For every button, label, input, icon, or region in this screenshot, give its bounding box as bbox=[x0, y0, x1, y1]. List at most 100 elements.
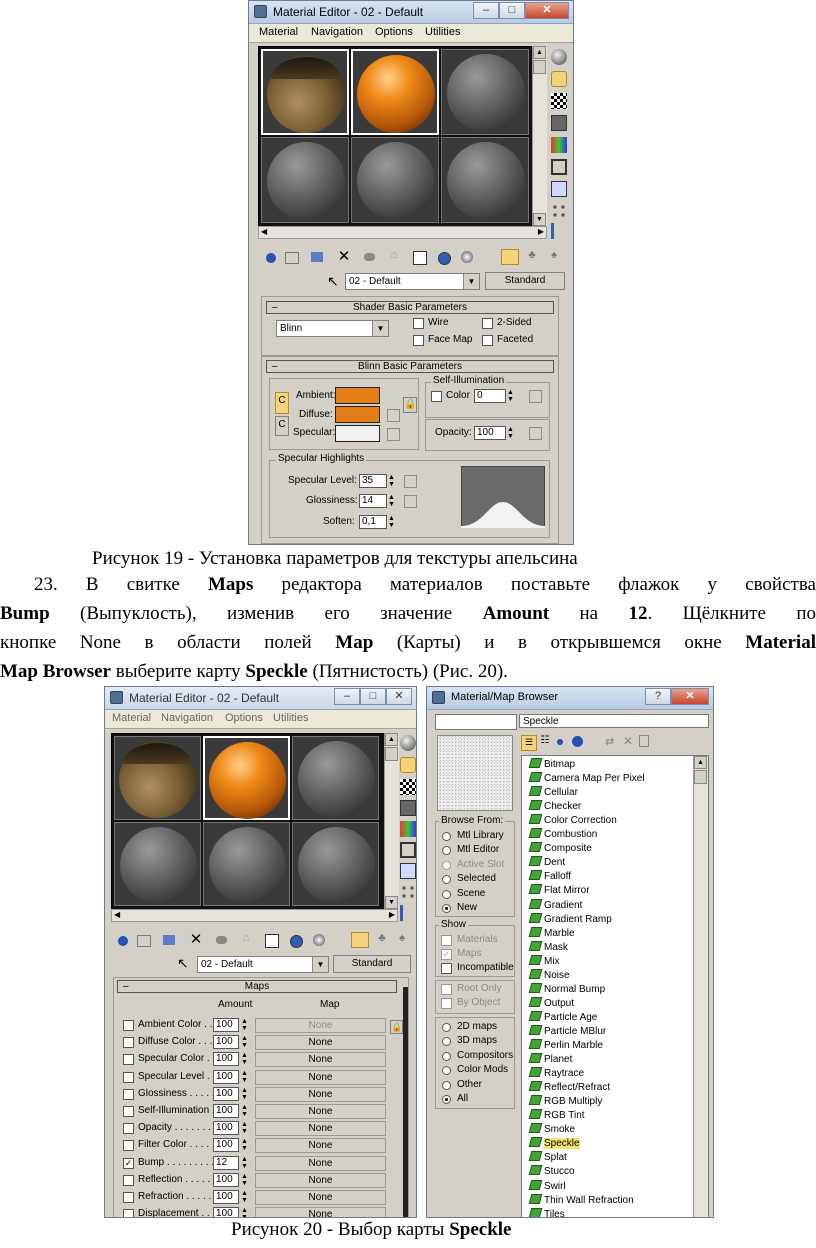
map-list-item[interactable]: Checker bbox=[528, 800, 581, 813]
by-object-checkbox[interactable] bbox=[441, 998, 452, 1009]
material-name-dropdown[interactable]: 02 - Default ▼ bbox=[345, 273, 480, 290]
map-list-item[interactable]: Noise bbox=[528, 968, 570, 982]
map-amount-spinner[interactable]: 100 bbox=[213, 1069, 239, 1084]
sample-slot-5[interactable] bbox=[351, 137, 439, 223]
show-map-icon[interactable] bbox=[435, 249, 453, 265]
map-list-item[interactable]: Tiles bbox=[528, 1207, 565, 1217]
go-to-parent-icon[interactable] bbox=[501, 249, 519, 265]
map-amount-spinner[interactable]: 100 bbox=[213, 1190, 239, 1204]
map-none-button[interactable]: None bbox=[255, 1207, 386, 1217]
spinner-arrows-icon[interactable]: ▲ ▼ bbox=[240, 1173, 249, 1187]
map-list-item[interactable]: Particle Age bbox=[528, 1010, 597, 1024]
put-to-scene-icon[interactable] bbox=[283, 249, 301, 265]
spinner-arrows-icon[interactable]: ▲ ▼ bbox=[240, 1052, 249, 1066]
map-amount-spinner[interactable]: 100 bbox=[213, 1052, 239, 1067]
minimize-button[interactable]: – bbox=[334, 688, 360, 705]
material-type-button[interactable]: Standard bbox=[485, 272, 565, 290]
specular-color-swatch[interactable] bbox=[335, 425, 380, 442]
map-amount-spinner[interactable]: 100 bbox=[213, 1035, 239, 1050]
map-enable-checkbox[interactable] bbox=[123, 1123, 134, 1135]
map-list-item[interactable]: Splat bbox=[528, 1151, 567, 1164]
menu-options[interactable]: Options bbox=[225, 712, 263, 724]
specular-map-button[interactable] bbox=[387, 428, 400, 441]
video-color-icon[interactable] bbox=[400, 821, 416, 837]
map-preview-name-field[interactable] bbox=[435, 714, 517, 730]
map-list-item[interactable]: Stucco bbox=[528, 1165, 575, 1178]
map-enable-checkbox[interactable] bbox=[123, 1140, 134, 1152]
spinner-arrows-icon[interactable]: ▲ ▼ bbox=[387, 515, 396, 529]
browse-radio[interactable] bbox=[442, 889, 451, 899]
get-material-icon[interactable] bbox=[263, 249, 281, 265]
sample-slot-5[interactable] bbox=[203, 822, 290, 906]
specular-level-map-button[interactable] bbox=[404, 475, 417, 488]
go-forward-icon[interactable]: ♣ bbox=[373, 932, 391, 948]
scroll-thumb[interactable] bbox=[385, 747, 398, 761]
sample-slot-4[interactable] bbox=[114, 822, 201, 906]
help-button[interactable]: ? bbox=[645, 688, 671, 705]
shader-rollout-title[interactable]: – Shader Basic Parameters bbox=[266, 301, 554, 314]
map-enable-checkbox[interactable] bbox=[123, 1088, 134, 1100]
2sided-checkbox[interactable] bbox=[482, 318, 493, 329]
show-end-result-icon[interactable] bbox=[311, 932, 329, 948]
scroll-up-icon[interactable]: ▲ bbox=[533, 46, 546, 59]
slots-vertical-scrollbar[interactable]: ▲ ▼ bbox=[532, 46, 547, 226]
map-enable-checkbox[interactable] bbox=[123, 1106, 134, 1117]
map-list-item[interactable]: Cellular bbox=[528, 786, 578, 799]
map-list-item[interactable]: Smoke bbox=[528, 1123, 575, 1136]
spinner-arrows-icon[interactable]: ▲ ▼ bbox=[240, 1190, 249, 1204]
map-list-item[interactable]: Mix bbox=[528, 954, 560, 968]
map-none-button[interactable]: None bbox=[255, 1155, 386, 1171]
minimize-button[interactable]: – bbox=[473, 2, 499, 19]
map-enable-checkbox[interactable] bbox=[123, 1054, 134, 1066]
scroll-down-icon[interactable]: ▼ bbox=[533, 213, 546, 226]
material-id-icon[interactable] bbox=[263, 932, 281, 948]
diffuse-color-swatch[interactable] bbox=[335, 406, 380, 423]
map-amount-spinner[interactable]: 100 bbox=[213, 1104, 239, 1118]
pick-material-icon[interactable]: ♠ bbox=[393, 932, 411, 948]
map-amount-spinner[interactable]: 100 bbox=[213, 1121, 239, 1136]
show-maps-checkbox[interactable]: ✓ bbox=[441, 949, 452, 960]
map-list-item[interactable]: Raytrace bbox=[528, 1067, 584, 1080]
sample-slot-1[interactable] bbox=[261, 49, 349, 135]
maximize-button[interactable]: □ bbox=[360, 688, 386, 705]
map-type-radio[interactable] bbox=[442, 1095, 451, 1104]
sample-type-icon[interactable] bbox=[551, 49, 567, 65]
pick-material-icon[interactable]: ♠ bbox=[545, 249, 563, 265]
map-amount-spinner[interactable]: 100 bbox=[213, 1207, 239, 1217]
browse-radio[interactable] bbox=[442, 832, 451, 841]
map-enable-checkbox[interactable] bbox=[123, 1037, 134, 1049]
make-unique-icon[interactable] bbox=[361, 249, 379, 265]
reset-map-icon[interactable]: ✕ bbox=[335, 249, 353, 265]
map-enable-checkbox[interactable] bbox=[123, 1020, 134, 1031]
opacity-spinner[interactable]: 100 bbox=[474, 426, 506, 440]
map-list-item[interactable]: Planet bbox=[528, 1053, 572, 1066]
menu-navigation[interactable]: Navigation bbox=[161, 712, 213, 724]
eyedropper-icon[interactable]: ↖ bbox=[177, 955, 189, 972]
map-list-item[interactable]: Gradient Ramp bbox=[528, 912, 612, 926]
map-type-radio[interactable] bbox=[442, 1051, 451, 1061]
delete-icon[interactable]: ✕ bbox=[623, 734, 633, 748]
get-material-icon[interactable] bbox=[115, 932, 133, 948]
show-incompatible-checkbox[interactable] bbox=[441, 963, 452, 974]
spinner-arrows-icon[interactable]: ▲ ▼ bbox=[240, 1207, 249, 1217]
map-list-item[interactable]: Bitmap bbox=[528, 758, 575, 771]
scroll-left-icon[interactable]: ◀ bbox=[114, 910, 120, 919]
map-none-button[interactable]: None bbox=[255, 1172, 386, 1188]
large-icons-icon[interactable] bbox=[572, 736, 583, 747]
self-illum-color-checkbox[interactable] bbox=[431, 391, 442, 402]
glossiness-map-button[interactable] bbox=[404, 495, 417, 508]
scroll-thumb[interactable] bbox=[694, 770, 707, 784]
map-list-item[interactable]: Speckle bbox=[528, 1137, 580, 1150]
reset-map-icon[interactable]: ✕ bbox=[187, 932, 205, 948]
map-list-item[interactable]: RGB Tint bbox=[528, 1109, 585, 1122]
map-list-item[interactable]: Normal Bump bbox=[528, 982, 605, 996]
backlight-icon[interactable] bbox=[400, 757, 416, 773]
spinner-arrows-icon[interactable]: ▲ ▼ bbox=[240, 1121, 249, 1135]
map-none-button[interactable]: None bbox=[255, 1121, 386, 1137]
map-amount-spinner[interactable]: 100 bbox=[213, 1138, 239, 1153]
close-button[interactable]: ✕ bbox=[671, 688, 709, 705]
menu-utilities[interactable]: Utilities bbox=[273, 712, 308, 724]
map-enable-checkbox[interactable]: ✓ bbox=[123, 1157, 134, 1169]
map-type-radio[interactable] bbox=[442, 1080, 451, 1090]
material-navigator-icon[interactable] bbox=[551, 223, 567, 239]
